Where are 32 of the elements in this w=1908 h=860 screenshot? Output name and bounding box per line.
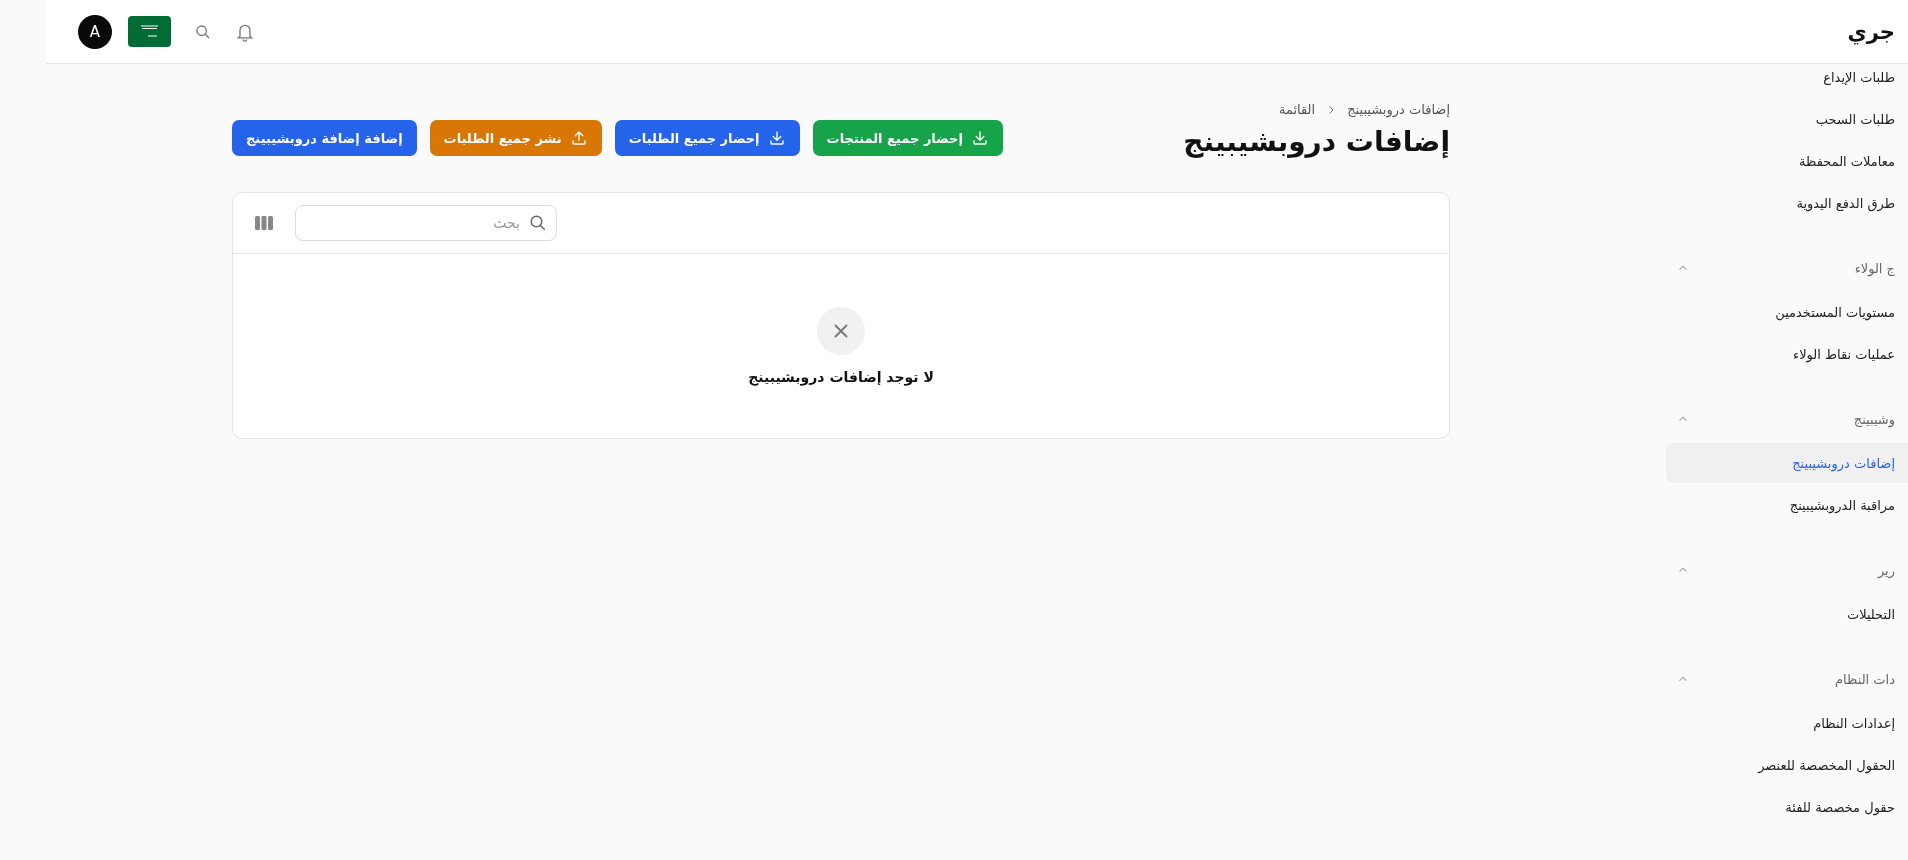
sidebar-group[interactable]: رير (1877, 562, 1895, 578)
sidebar-item[interactable]: إعدادات النظام (1666, 703, 1908, 743)
user-avatar[interactable]: A (78, 14, 112, 49)
download-icon (970, 129, 989, 147)
search-field[interactable]: بحث (295, 205, 557, 241)
upload-icon (569, 129, 588, 147)
sidebar-item[interactable]: عمليات نقاط الولاء (1666, 334, 1908, 374)
download-icon (767, 129, 786, 147)
action-button[interactable]: إحضار جميع الطلبات (614, 120, 800, 156)
columns-icon[interactable] (255, 216, 273, 230)
sidebar-item[interactable]: حقول مخصصة للفئة (1666, 787, 1908, 827)
search-icon[interactable] (195, 23, 211, 40)
sidebar-group[interactable]: ج الولاء (1854, 260, 1895, 276)
sidebar-item[interactable]: إضافات دروبشيبينج (1666, 443, 1908, 483)
breadcrumb-link[interactable]: إضافات دروبشيبينج (1347, 102, 1450, 117)
app-title: جري (1847, 19, 1895, 44)
sidebar-item[interactable]: طلبات السحب (1666, 99, 1908, 139)
sidebar-item[interactable]: طرق الدفع اليدوية (1666, 183, 1908, 223)
flag-icon[interactable] (128, 16, 171, 47)
page-title: إضافات دروبشيبينج (1183, 125, 1450, 158)
sidebar-item[interactable]: مستويات المستخدمين (1666, 292, 1908, 332)
sidebar-item[interactable]: طلبات الإيداع (1666, 57, 1908, 97)
sidebar-group[interactable]: وشيبينج (1853, 411, 1895, 427)
sidebar-group[interactable]: دات النظام (1835, 671, 1895, 687)
sidebar-item[interactable]: مراقبة الدروبشيبينج (1666, 485, 1908, 525)
action-button[interactable]: إضافة إضافة دروبشيبينج (232, 120, 417, 156)
sidebar-item[interactable]: الحقول المخصصة للعنصر (1666, 745, 1908, 785)
sidebar-item[interactable]: معاملات المحفظة (1666, 141, 1908, 181)
search-icon (529, 214, 547, 232)
empty-message: لا توجد إضافات دروبشيبينج (748, 369, 934, 385)
breadcrumb-link[interactable]: القائمة (1278, 102, 1316, 117)
sidebar-item[interactable]: التحليلات (1666, 594, 1908, 634)
